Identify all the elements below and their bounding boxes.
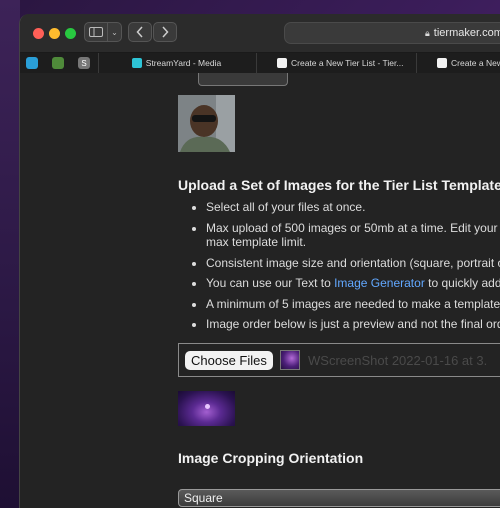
tiermaker-favicon-icon — [277, 58, 287, 68]
forward-button[interactable] — [153, 22, 177, 42]
avatar — [178, 95, 235, 152]
back-button[interactable] — [128, 22, 152, 42]
tab-tiermaker-create-2[interactable]: Create a New — [416, 53, 500, 73]
preview-figure — [205, 404, 210, 409]
browser-window: ⌄ 🔒︎ tiermaker.com S StreamYard - Media … — [19, 14, 500, 508]
tab-label: Create a New Tier List - Tier... — [291, 58, 404, 68]
chevron-left-icon — [136, 26, 143, 38]
tab-bar: S StreamYard - Media Create a New Tier L… — [20, 53, 500, 74]
sidebar-menu-button[interactable]: ⌄ — [108, 22, 122, 42]
upload-heading: Upload a Set of Images for the Tier List… — [178, 177, 500, 193]
address-text: tiermaker.com — [433, 27, 500, 39]
cropping-heading: Image Cropping Orientation — [178, 450, 364, 466]
select-value: Square — [184, 491, 223, 505]
pinned-tab-icon[interactable] — [26, 57, 38, 69]
sidebar-toggle-button[interactable] — [84, 22, 108, 42]
upload-instructions: Select all of your files at once. Max up… — [187, 200, 500, 338]
previous-input[interactable] — [198, 73, 288, 86]
list-item: Image order below is just a preview and … — [206, 317, 500, 332]
cropping-orientation-select[interactable]: Square — [178, 489, 500, 507]
desktop-background — [0, 0, 20, 508]
zoom-window-button[interactable] — [65, 28, 76, 39]
choose-files-button[interactable]: Choose Files — [185, 351, 273, 370]
pinned-tab-icon[interactable]: S — [78, 57, 90, 69]
list-item: Select all of your files at once. — [206, 200, 500, 215]
streamyard-favicon-icon — [131, 58, 142, 68]
tab-label: StreamYard - Media — [145, 58, 222, 68]
list-item: You can use our Text to Image Generator … — [206, 276, 500, 291]
image-generator-link[interactable]: Image Generator — [334, 276, 425, 290]
selected-file-thumbnail — [280, 350, 300, 370]
tab-streamyard[interactable]: StreamYard - Media — [98, 53, 254, 73]
uploaded-image-preview — [178, 391, 235, 426]
page-content: Upload a Set of Images for the Tier List… — [20, 73, 500, 508]
avatar-photo — [178, 95, 235, 152]
chevron-right-icon — [162, 26, 169, 38]
sidebar-icon — [89, 27, 103, 37]
chevron-down-icon: ⌄ — [111, 27, 118, 37]
list-item: Max upload of 500 images or 50mb at a ti… — [206, 221, 500, 250]
lock-icon: 🔒︎ — [425, 27, 430, 38]
pinned-tab-icon[interactable] — [52, 57, 64, 69]
tiermaker-favicon-icon — [437, 58, 447, 68]
tab-label: Create a New — [451, 58, 500, 68]
address-bar[interactable]: 🔒︎ tiermaker.com — [284, 22, 500, 44]
close-window-button[interactable] — [33, 28, 44, 39]
tab-tiermaker-create[interactable]: Create a New Tier List - Tier... — [256, 53, 414, 73]
list-item: A minimum of 5 images are needed to make… — [206, 297, 500, 312]
selected-file-name: WScreenShot 2022-01-16 at 3. — [308, 353, 488, 368]
file-upload-field: Choose Files WScreenShot 2022-01-16 at 3… — [178, 343, 500, 377]
list-item: Consistent image size and orientation (s… — [206, 256, 500, 271]
title-bar: ⌄ 🔒︎ tiermaker.com — [20, 14, 500, 53]
minimize-window-button[interactable] — [49, 28, 60, 39]
